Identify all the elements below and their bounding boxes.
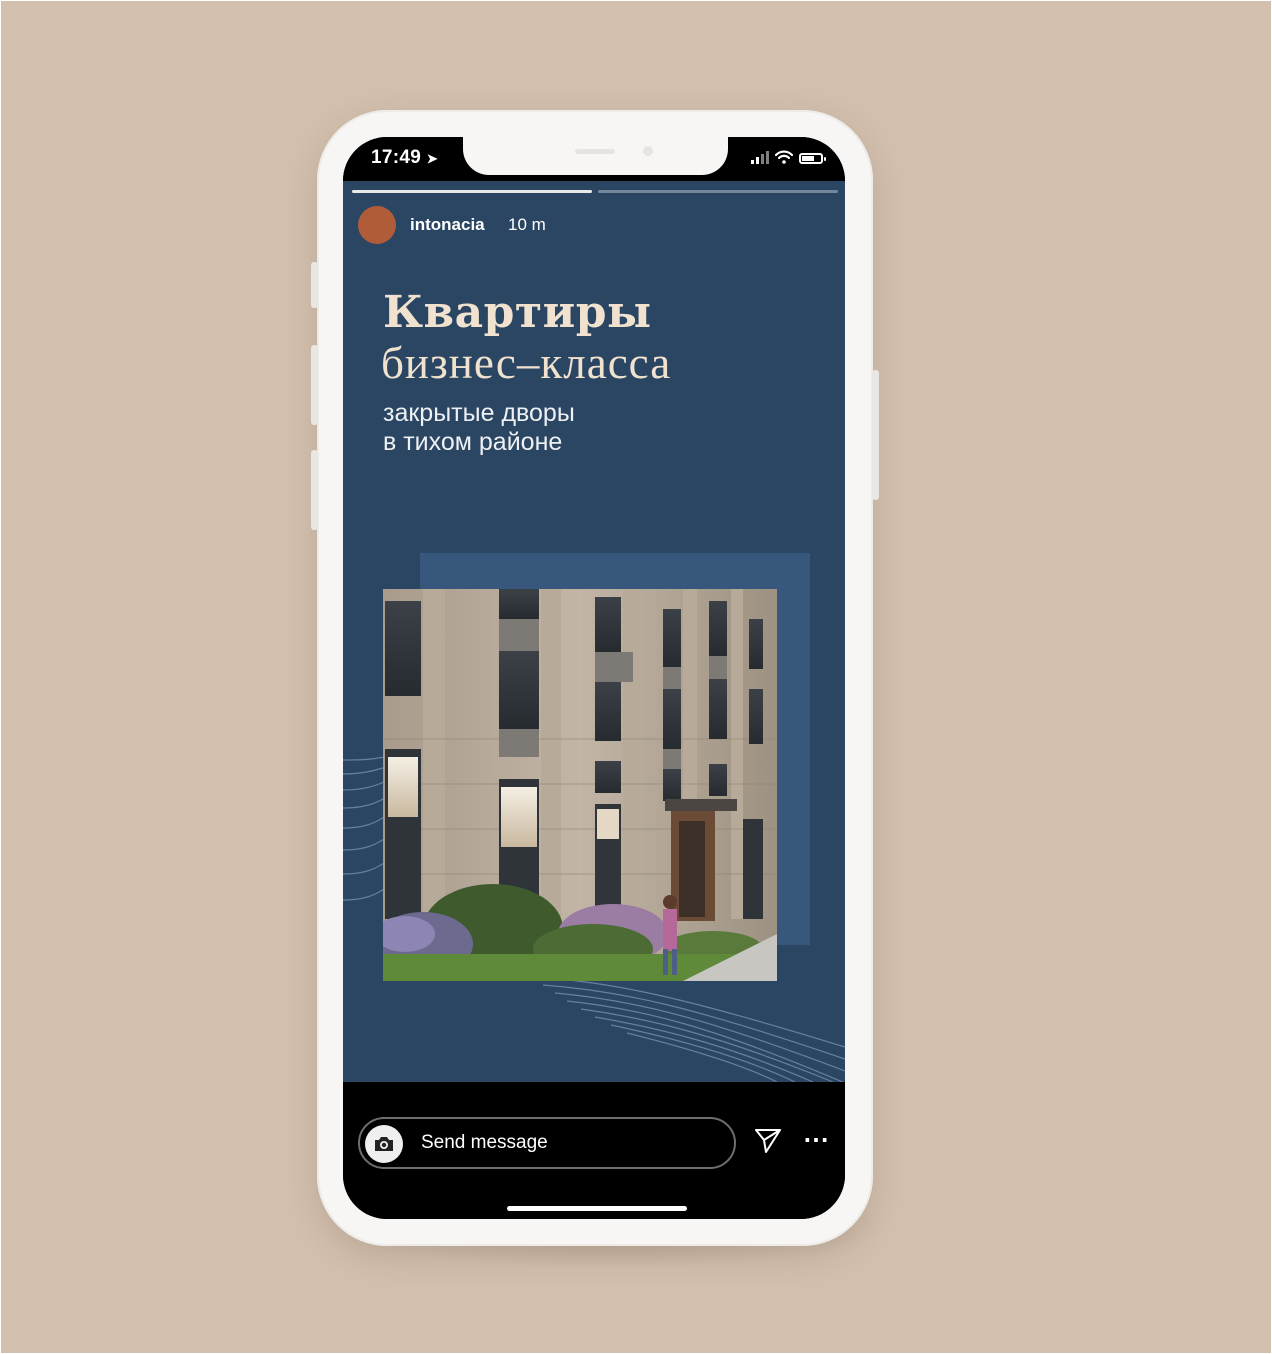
- wave-lines-decoration-left: [343, 755, 388, 901]
- avatar[interactable]: [358, 206, 396, 244]
- cellular-signal-icon: [751, 150, 769, 164]
- home-indicator[interactable]: [507, 1206, 687, 1211]
- notch: [463, 137, 728, 175]
- tagline-line: закрытые дворы: [383, 399, 575, 427]
- ring-switch: [311, 262, 318, 308]
- status-icons: [751, 150, 826, 164]
- phone-screen: intonacia 10 m Квартиры бизнес–класса за…: [343, 137, 845, 1219]
- story-content[interactable]: intonacia 10 m Квартиры бизнес–класса за…: [343, 137, 845, 1082]
- post-time: 10 m: [508, 215, 546, 234]
- story-progress: [352, 190, 838, 193]
- location-arrow-icon: ➤: [426, 151, 438, 166]
- clock: 17:49 ➤: [371, 147, 438, 169]
- volume-up-button: [311, 345, 318, 425]
- wifi-icon: [775, 150, 793, 164]
- battery-icon: [799, 153, 826, 164]
- more-options-icon[interactable]: ⋯: [803, 1126, 830, 1152]
- speaker-grille: [575, 149, 615, 154]
- camera-icon: [375, 1137, 393, 1151]
- subheadline: бизнес–класса: [381, 338, 672, 388]
- progress-segment: [352, 190, 592, 193]
- tagline-line: в тихом районе: [383, 428, 563, 456]
- wave-lines-decoration: [533, 976, 845, 1082]
- username[interactable]: intonacia: [410, 215, 485, 235]
- clock-time: 17:49: [371, 147, 422, 168]
- tagline: закрытые дворы в тихом районе: [383, 399, 575, 457]
- progress-fill: [352, 190, 592, 193]
- volume-down-button: [311, 450, 318, 530]
- camera-button[interactable]: [365, 1125, 403, 1163]
- headline: Квартиры: [383, 287, 652, 338]
- progress-segment: [598, 190, 838, 193]
- paper-plane-icon[interactable]: [753, 1127, 783, 1155]
- power-button: [872, 370, 879, 500]
- building-photo: [383, 589, 777, 981]
- front-camera: [643, 146, 653, 156]
- send-message-placeholder[interactable]: Send message: [421, 1132, 548, 1154]
